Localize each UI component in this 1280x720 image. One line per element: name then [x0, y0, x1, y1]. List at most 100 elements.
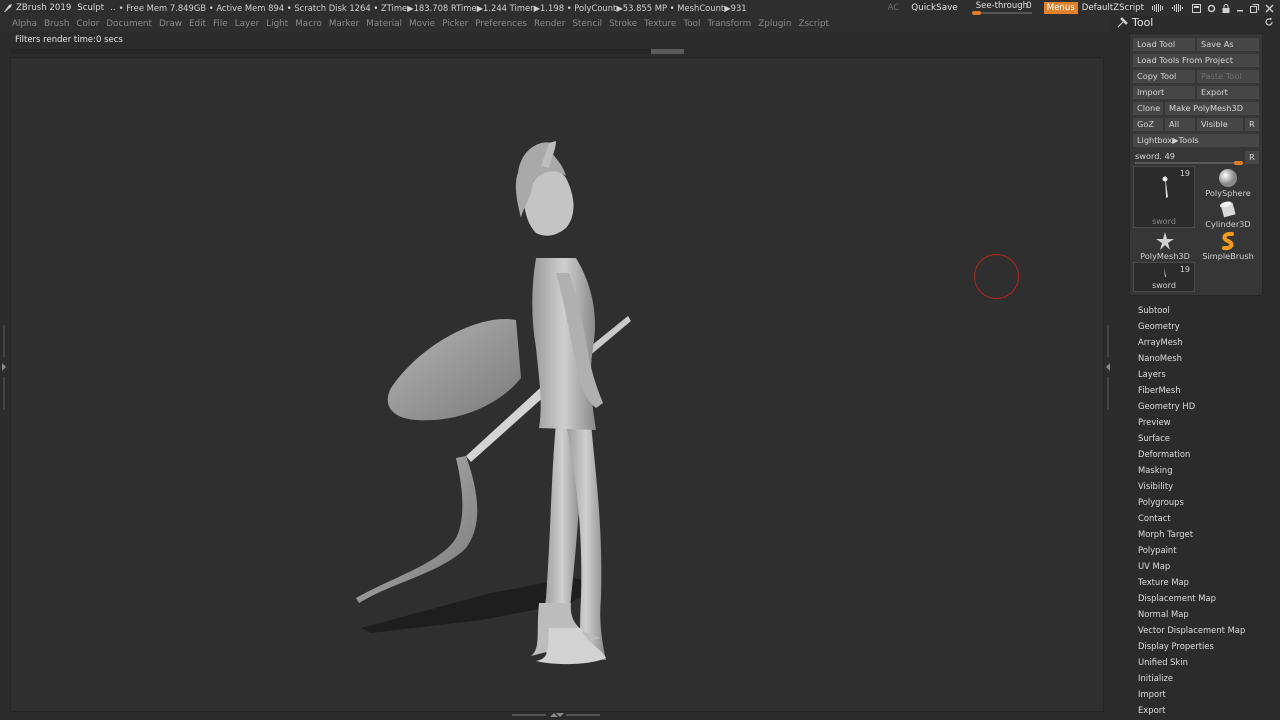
menu-zscript[interactable]: Zscript: [798, 19, 829, 29]
subpalette-polypaint[interactable]: Polypaint: [1138, 542, 1278, 558]
restore-icon[interactable]: [1250, 3, 1259, 13]
mode-label[interactable]: Sculpt: [77, 3, 104, 13]
subpalette-normal-map[interactable]: Normal Map: [1138, 606, 1278, 622]
subpalette-geometry[interactable]: Geometry: [1138, 318, 1278, 334]
subpalette-nanomesh[interactable]: NanoMesh: [1138, 350, 1278, 366]
subpalette-import[interactable]: Import: [1138, 686, 1278, 702]
subpalette-display-properties[interactable]: Display Properties: [1138, 638, 1278, 654]
subpalette-visibility[interactable]: Visibility: [1138, 478, 1278, 494]
menu-transform[interactable]: Transform: [707, 19, 751, 29]
menu-tool[interactable]: Tool: [683, 19, 700, 29]
goz-button[interactable]: GoZ: [1133, 118, 1163, 131]
simplebrush-icon: [1222, 231, 1234, 251]
subtool-sword-thumbnail[interactable]: 19 sword: [1133, 262, 1195, 292]
minimize-icon[interactable]: [1236, 4, 1244, 13]
subpalette-vector-displacement-map[interactable]: Vector Displacement Map: [1138, 622, 1278, 638]
left-tray-handle[interactable]: [1, 325, 7, 410]
quicksave-button[interactable]: QuickSave: [911, 3, 957, 13]
tool-palette-title: Tool: [1132, 16, 1154, 29]
goz-r-button[interactable]: R: [1245, 118, 1259, 131]
memory-stats: • Free Mem 7.849GB • Active Mem 894 • Sc…: [118, 3, 747, 13]
document-canvas[interactable]: [10, 57, 1104, 712]
load-tools-from-project-button[interactable]: Load Tools From Project: [1133, 54, 1259, 67]
subpalette-contact[interactable]: Contact: [1138, 510, 1278, 526]
menu-macro[interactable]: Macro: [295, 19, 322, 29]
menu-stencil[interactable]: Stencil: [572, 19, 602, 29]
cylinder3d-tool[interactable]: Cylinder3D: [1198, 199, 1258, 229]
menu-preferences[interactable]: Preferences: [475, 19, 527, 29]
menu-stroke[interactable]: Stroke: [609, 19, 637, 29]
subpalette-morph-target[interactable]: Morph Target: [1138, 526, 1278, 542]
make-polymesh3d-button[interactable]: Make PolyMesh3D: [1165, 102, 1259, 115]
clone-button[interactable]: Clone: [1133, 102, 1163, 115]
close-icon[interactable]: [1265, 4, 1274, 13]
subpalette-unified-skin[interactable]: Unified Skin: [1138, 654, 1278, 670]
subpalette-deformation[interactable]: Deformation: [1138, 446, 1278, 462]
subpalette-displacement-map[interactable]: Displacement Map: [1138, 590, 1278, 606]
lightbox-tools-button[interactable]: Lightbox▶Tools: [1133, 134, 1259, 147]
menu-document[interactable]: Document: [106, 19, 152, 29]
current-tool-slider[interactable]: sword. 49: [1133, 151, 1245, 165]
palette-icon[interactable]: [1192, 3, 1201, 13]
import-button[interactable]: Import: [1133, 86, 1195, 99]
menu-render[interactable]: Render: [534, 19, 565, 29]
simplebrush-tool[interactable]: SimpleBrush: [1198, 231, 1258, 261]
copy-tool-button[interactable]: Copy Tool: [1133, 70, 1195, 83]
current-tool-thumbnail[interactable]: 19 sword: [1133, 166, 1195, 228]
polymesh3d-tool[interactable]: PolyMesh3D: [1135, 231, 1195, 261]
subpalette-polygroups[interactable]: Polygroups: [1138, 494, 1278, 510]
menu-texture[interactable]: Texture: [644, 19, 676, 29]
menu-marker[interactable]: Marker: [329, 19, 359, 29]
load-tool-button[interactable]: Load Tool: [1133, 38, 1195, 51]
current-tool-r-button[interactable]: R: [1245, 151, 1259, 164]
polysphere-tool[interactable]: PolySphere: [1198, 168, 1258, 198]
subpalette-subtool[interactable]: Subtool: [1138, 302, 1278, 318]
ac-button[interactable]: AC: [888, 3, 900, 13]
window-controls: [1152, 3, 1274, 13]
goz-visible-button[interactable]: Visible: [1197, 118, 1243, 131]
tool-palette-header[interactable]: Tool: [1112, 15, 1280, 32]
subpalette-layers[interactable]: Layers: [1138, 366, 1278, 382]
menu-layer[interactable]: Layer: [235, 19, 260, 29]
see-through-slider[interactable]: See-through 0: [971, 1, 1034, 15]
top-scrollbar[interactable]: [10, 49, 684, 54]
bottom-tray-handle[interactable]: [512, 712, 600, 718]
subpalette-geometry-hd[interactable]: Geometry HD: [1138, 398, 1278, 414]
menu-picker[interactable]: Picker: [442, 19, 468, 29]
export-button[interactable]: Export: [1197, 86, 1259, 99]
settings-icon[interactable]: [1207, 4, 1216, 13]
ui-layout-icon[interactable]: [1152, 4, 1166, 12]
lock-icon[interactable]: [1222, 3, 1230, 13]
ui-layout-alt-icon[interactable]: [1172, 4, 1186, 12]
menu-alpha[interactable]: Alpha: [12, 19, 37, 29]
current-tool-knob[interactable]: [1234, 161, 1243, 165]
subpalette-arraymesh[interactable]: ArrayMesh: [1138, 334, 1278, 350]
subpalette-export[interactable]: Export: [1138, 702, 1278, 718]
subpalette-fibermesh[interactable]: FiberMesh: [1138, 382, 1278, 398]
default-zscript-button[interactable]: DefaultZScript: [1082, 3, 1144, 13]
menu-brush[interactable]: Brush: [44, 19, 69, 29]
palette-reset-icon[interactable]: [1264, 17, 1274, 27]
menu-light[interactable]: Light: [266, 19, 288, 29]
current-tool-track: [1135, 162, 1243, 164]
subpalette-surface[interactable]: Surface: [1138, 430, 1278, 446]
subpalette-preview[interactable]: Preview: [1138, 414, 1278, 430]
menu-movie[interactable]: Movie: [409, 19, 435, 29]
save-as-button[interactable]: Save As: [1197, 38, 1259, 51]
right-tray-handle[interactable]: [1105, 325, 1111, 410]
menu-color[interactable]: Color: [76, 19, 99, 29]
see-through-knob[interactable]: [971, 11, 981, 15]
menu-file[interactable]: File: [213, 19, 228, 29]
subpalette-uv-map[interactable]: UV Map: [1138, 558, 1278, 574]
menus-button[interactable]: Menus: [1043, 2, 1078, 14]
subpalette-masking[interactable]: Masking: [1138, 462, 1278, 478]
subpalette-initialize[interactable]: Initialize: [1138, 670, 1278, 686]
goz-all-button[interactable]: All: [1165, 118, 1195, 131]
menu-zplugin[interactable]: Zplugin: [758, 19, 791, 29]
menu-draw[interactable]: Draw: [159, 19, 182, 29]
top-scrollbar-thumb[interactable]: [651, 49, 684, 54]
menu-edit[interactable]: Edit: [189, 19, 206, 29]
subpalette-texture-map[interactable]: Texture Map: [1138, 574, 1278, 590]
menu-material[interactable]: Material: [366, 19, 402, 29]
paste-tool-button[interactable]: Paste Tool: [1197, 70, 1259, 83]
